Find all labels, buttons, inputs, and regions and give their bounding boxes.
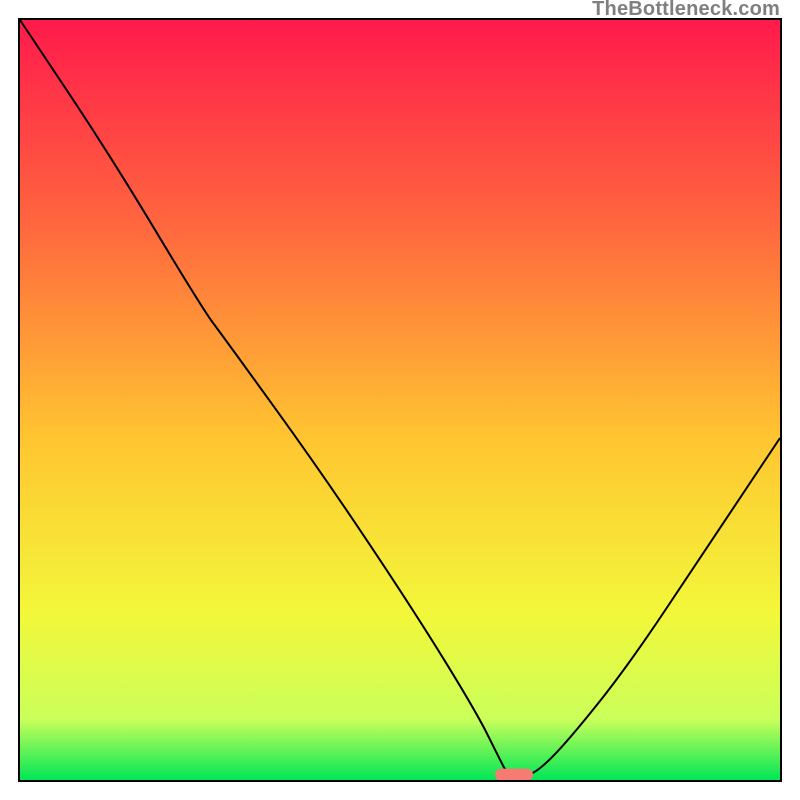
plot-area: [18, 18, 782, 782]
optimum-marker: [20, 20, 780, 780]
bottleneck-chart: TheBottleneck.com: [0, 0, 800, 800]
